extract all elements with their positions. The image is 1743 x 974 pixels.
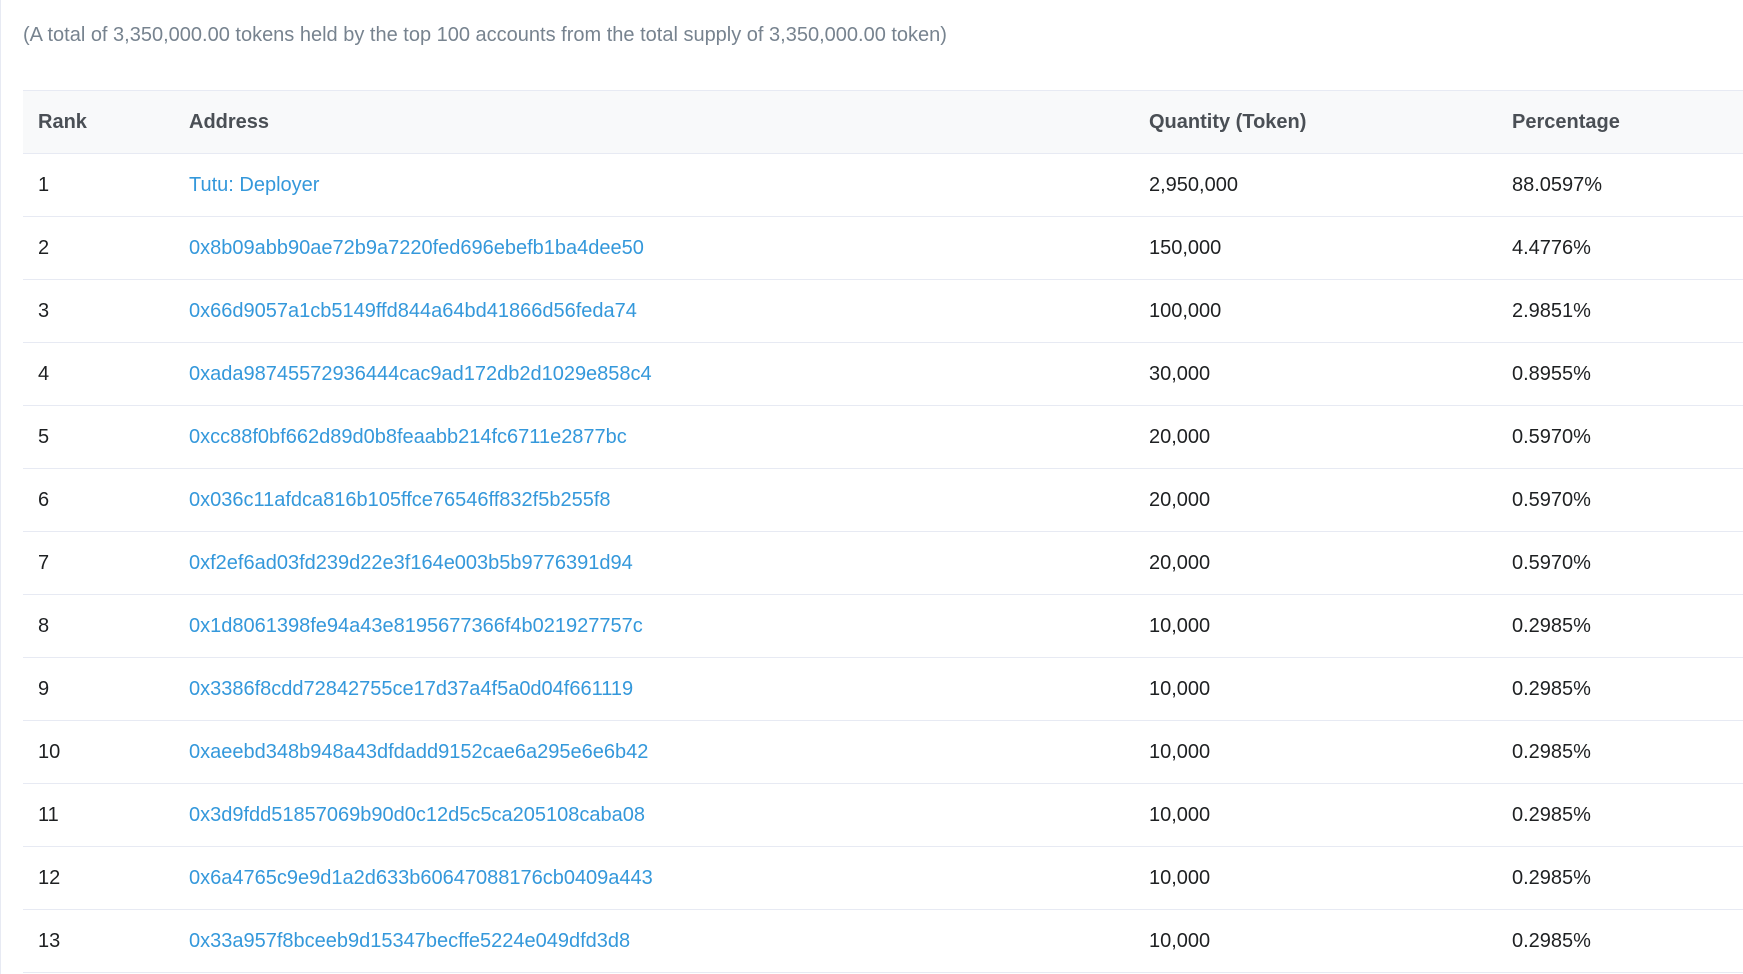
percentage-cell: 0.2985% xyxy=(1497,720,1743,784)
rank-cell: 6 xyxy=(23,468,174,532)
quantity-cell: 10,000 xyxy=(1134,594,1497,658)
percentage-cell: 0.2985% xyxy=(1497,657,1743,721)
header-address: Address xyxy=(174,90,1134,154)
quantity-cell: 30,000 xyxy=(1134,342,1497,406)
address-link[interactable]: 0xf2ef6ad03fd239d22e3f164e003b5b9776391d… xyxy=(189,552,633,574)
percentage-cell: 0.2985% xyxy=(1497,846,1743,910)
table-row: 1 Tutu: Deployer 2,950,000 88.0597% xyxy=(23,153,1743,217)
quantity-cell: 20,000 xyxy=(1134,468,1497,532)
table-row: 2 0x8b09abb90ae72b9a7220fed696ebefb1ba4de… xyxy=(23,216,1743,280)
percentage-cell: 4.4776% xyxy=(1497,216,1743,280)
header-percentage: Percentage xyxy=(1497,90,1743,154)
address-cell: 0x8b09abb90ae72b9a7220fed696ebefb1ba4dee… xyxy=(174,216,1134,280)
address-cell: 0x66d9057a1cb5149ffd844a64bd41866d56feda… xyxy=(174,279,1134,343)
percentage-cell: 0.2985% xyxy=(1497,594,1743,658)
address-link[interactable]: 0x66d9057a1cb5149ffd844a64bd41866d56feda… xyxy=(189,300,637,322)
table-row: 11 0x3d9fdd51857069b90d0c12d5c5ca205108ca… xyxy=(23,783,1743,847)
rank-cell: 13 xyxy=(23,909,174,973)
table-row: 3 0x66d9057a1cb5149ffd844a64bd41866d56fed… xyxy=(23,279,1743,343)
address-cell: 0x036c11afdca816b105ffce76546ff832f5b255… xyxy=(174,468,1134,532)
quantity-cell: 10,000 xyxy=(1134,909,1497,973)
table-row: 12 0x6a4765c9e9d1a2d633b60647088176cb0409… xyxy=(23,846,1743,910)
holders-summary: (A total of 3,350,000.00 tokens held by … xyxy=(23,24,947,46)
rank-cell: 5 xyxy=(23,405,174,469)
percentage-cell: 0.2985% xyxy=(1497,909,1743,973)
rank-cell: 2 xyxy=(23,216,174,280)
address-cell: 0x3d9fdd51857069b90d0c12d5c5ca205108caba… xyxy=(174,783,1134,847)
holders-table: Rank Address Quantity (Token) Percentage… xyxy=(23,90,1743,973)
address-link[interactable]: 0xaeebd348b948a43dfdadd9152cae6a295e6e6b… xyxy=(189,741,648,763)
address-link[interactable]: 0x036c11afdca816b105ffce76546ff832f5b255… xyxy=(189,489,611,511)
address-link[interactable]: 0xcc88f0bf662d89d0b8feaabb214fc6711e2877… xyxy=(189,426,627,448)
quantity-cell: 20,000 xyxy=(1134,531,1497,595)
table-row: 13 0x33a957f8bceeb9d15347becffe5224e049df… xyxy=(23,909,1743,973)
rank-cell: 10 xyxy=(23,720,174,784)
address-link[interactable]: 0xada98745572936444cac9ad172db2d1029e858… xyxy=(189,363,652,385)
quantity-cell: 150,000 xyxy=(1134,216,1497,280)
table-row: 8 0x1d8061398fe94a43e8195677366f4b0219277… xyxy=(23,594,1743,658)
percentage-cell: 0.8955% xyxy=(1497,342,1743,406)
rank-cell: 1 xyxy=(23,153,174,217)
rank-cell: 3 xyxy=(23,279,174,343)
rank-cell: 9 xyxy=(23,657,174,721)
percentage-cell: 0.5970% xyxy=(1497,468,1743,532)
quantity-cell: 10,000 xyxy=(1134,720,1497,784)
address-link[interactable]: 0x6a4765c9e9d1a2d633b60647088176cb0409a4… xyxy=(189,867,653,889)
address-link[interactable]: 0x3d9fdd51857069b90d0c12d5c5ca205108caba… xyxy=(189,804,645,826)
address-cell: 0xada98745572936444cac9ad172db2d1029e858… xyxy=(174,342,1134,406)
address-cell: 0x1d8061398fe94a43e8195677366f4b02192775… xyxy=(174,594,1134,658)
percentage-cell: 0.5970% xyxy=(1497,531,1743,595)
percentage-cell: 0.2985% xyxy=(1497,783,1743,847)
quantity-cell: 10,000 xyxy=(1134,657,1497,721)
address-cell: Tutu: Deployer xyxy=(174,153,1134,217)
rank-cell: 7 xyxy=(23,531,174,595)
address-cell: 0xcc88f0bf662d89d0b8feaabb214fc6711e2877… xyxy=(174,405,1134,469)
rank-cell: 11 xyxy=(23,783,174,847)
address-cell: 0xf2ef6ad03fd239d22e3f164e003b5b9776391d… xyxy=(174,531,1134,595)
quantity-cell: 10,000 xyxy=(1134,846,1497,910)
address-link[interactable]: 0x3386f8cdd72842755ce17d37a4f5a0d04f6611… xyxy=(189,678,633,700)
quantity-cell: 10,000 xyxy=(1134,783,1497,847)
table-row: 6 0x036c11afdca816b105ffce76546ff832f5b25… xyxy=(23,468,1743,532)
table-row: 5 0xcc88f0bf662d89d0b8feaabb214fc6711e287… xyxy=(23,405,1743,469)
quantity-cell: 100,000 xyxy=(1134,279,1497,343)
address-cell: 0xaeebd348b948a43dfdadd9152cae6a295e6e6b… xyxy=(174,720,1134,784)
header-quantity: Quantity (Token) xyxy=(1134,90,1497,154)
table-row: 10 0xaeebd348b948a43dfdadd9152cae6a295e6e… xyxy=(23,720,1743,784)
address-link[interactable]: 0x33a957f8bceeb9d15347becffe5224e049dfd3… xyxy=(189,930,630,952)
address-cell: 0x33a957f8bceeb9d15347becffe5224e049dfd3… xyxy=(174,909,1134,973)
rank-cell: 12 xyxy=(23,846,174,910)
quantity-cell: 2,950,000 xyxy=(1134,153,1497,217)
address-cell: 0x6a4765c9e9d1a2d633b60647088176cb0409a4… xyxy=(174,846,1134,910)
percentage-cell: 88.0597% xyxy=(1497,153,1743,217)
address-link[interactable]: 0x1d8061398fe94a43e8195677366f4b02192775… xyxy=(189,615,643,637)
percentage-cell: 0.5970% xyxy=(1497,405,1743,469)
token-holders-page: (A total of 3,350,000.00 tokens held by … xyxy=(0,0,1743,974)
rank-cell: 4 xyxy=(23,342,174,406)
table-row: 7 0xf2ef6ad03fd239d22e3f164e003b5b9776391… xyxy=(23,531,1743,595)
address-cell: 0x3386f8cdd72842755ce17d37a4f5a0d04f6611… xyxy=(174,657,1134,721)
rank-cell: 8 xyxy=(23,594,174,658)
address-link[interactable]: Tutu: Deployer xyxy=(189,174,319,196)
address-link[interactable]: 0x8b09abb90ae72b9a7220fed696ebefb1ba4dee… xyxy=(189,237,644,259)
table-header-row: Rank Address Quantity (Token) Percentage xyxy=(23,90,1743,154)
table-row: 9 0x3386f8cdd72842755ce17d37a4f5a0d04f661… xyxy=(23,657,1743,721)
header-rank: Rank xyxy=(23,90,174,154)
table-row: 4 0xada98745572936444cac9ad172db2d1029e85… xyxy=(23,342,1743,406)
percentage-cell: 2.9851% xyxy=(1497,279,1743,343)
holders-table-body: 1 Tutu: Deployer 2,950,000 88.0597% 2 0x8b09a… xyxy=(23,153,1743,973)
quantity-cell: 20,000 xyxy=(1134,405,1497,469)
